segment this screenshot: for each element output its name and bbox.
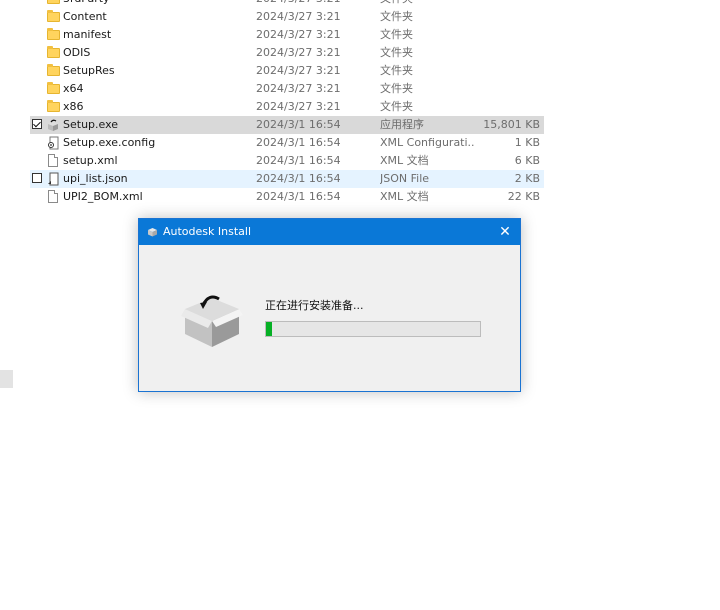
file-row[interactable]: setup.xml 2024/3/1 16:54 XML 文档 6 KB — [30, 152, 544, 170]
folder-icon — [47, 46, 60, 58]
json-file-icon — [48, 172, 59, 186]
file-type: XML 文档 — [380, 154, 429, 167]
file-type: 文件夹 — [380, 100, 413, 113]
file-name: Content — [63, 10, 107, 23]
file-date: 2024/3/27 3:21 — [256, 64, 341, 77]
file-date: 2024/3/1 16:54 — [256, 118, 341, 131]
file-name: UPI2_BOM.xml — [63, 190, 143, 203]
file-date: 2024/3/27 3:21 — [256, 0, 341, 8]
file-row[interactable]: 3rdParty 2024/3/27 3:21 文件夹 — [30, 0, 544, 8]
file-name: x64 — [63, 82, 84, 95]
file-date: 2024/3/27 3:21 — [256, 28, 341, 41]
row-checkbox[interactable] — [32, 173, 42, 183]
file-size: 15,801 KB — [483, 118, 540, 131]
progress-fill — [266, 322, 273, 336]
file-row[interactable]: Content 2024/3/27 3:21 文件夹 — [30, 8, 544, 26]
file-type: 文件夹 — [380, 0, 474, 8]
autodesk-install-dialog: Autodesk Install ✕ 正在进行安装准备... — [138, 218, 521, 392]
folder-icon — [47, 10, 60, 22]
scroll-edge-block — [0, 370, 13, 388]
file-row[interactable]: x86 2024/3/27 3:21 文件夹 — [30, 98, 544, 116]
config-file-icon — [48, 136, 59, 150]
autodesk-installer-icon — [148, 228, 157, 237]
file-row[interactable]: upi_list.json 2024/3/1 16:54 JSON File 2 KB — [30, 170, 544, 188]
row-checkbox[interactable] — [32, 119, 42, 129]
file-row[interactable]: ODIS 2024/3/27 3:21 文件夹 — [30, 44, 544, 62]
file-row[interactable]: Setup.exe 2024/3/1 16:54 应用程序 15,801 KB — [30, 116, 544, 134]
file-row[interactable]: manifest 2024/3/27 3:21 文件夹 — [30, 26, 544, 44]
progress-bar — [265, 321, 481, 337]
file-date: 2024/3/27 3:21 — [256, 82, 341, 95]
dialog-title: Autodesk Install — [163, 225, 251, 238]
file-name: ODIS — [63, 46, 91, 59]
file-name: Setup.exe — [63, 118, 119, 131]
file-name: SetupRes — [63, 64, 115, 77]
file-row[interactable]: SetupRes 2024/3/27 3:21 文件夹 — [30, 62, 544, 80]
file-size: 22 KB — [507, 190, 540, 203]
close-button[interactable]: ✕ — [490, 219, 520, 245]
file-row[interactable]: UPI2_BOM.xml 2024/3/1 16:54 XML 文档 22 KB — [30, 188, 544, 206]
file-size: 6 KB — [514, 154, 540, 167]
folder-icon — [47, 64, 60, 76]
dialog-titlebar[interactable]: Autodesk Install ✕ — [139, 219, 520, 245]
file-date: 2024/3/27 3:21 — [256, 46, 341, 59]
file-date: 2024/3/27 3:21 — [256, 10, 341, 23]
folder-icon — [47, 100, 60, 112]
file-date: 2024/3/27 3:21 — [256, 100, 341, 113]
document-icon — [48, 154, 58, 167]
file-type: 应用程序 — [380, 118, 424, 131]
file-type: XML 文档 — [380, 190, 429, 203]
file-date: 2024/3/1 16:54 — [256, 136, 341, 149]
file-type: JSON File — [380, 172, 430, 185]
file-name: 3rdParty — [63, 0, 110, 8]
folder-icon — [47, 0, 60, 4]
file-type: XML Configurati... — [380, 136, 474, 149]
file-type: 文件夹 — [380, 64, 413, 77]
setup-exe-icon — [48, 119, 58, 131]
file-date: 2024/3/1 16:54 — [256, 190, 341, 203]
folder-icon — [47, 82, 60, 94]
file-name: manifest — [63, 28, 112, 41]
file-row[interactable]: Setup.exe.config 2024/3/1 16:54 XML Config… — [30, 134, 544, 152]
installer-box-icon — [181, 295, 243, 347]
file-date: 2024/3/1 16:54 — [256, 154, 341, 167]
file-type: 文件夹 — [380, 28, 413, 41]
file-type: 文件夹 — [380, 82, 413, 95]
file-name: setup.xml — [63, 154, 118, 167]
file-date: 2024/3/1 16:54 — [256, 172, 341, 185]
file-name: x86 — [63, 100, 84, 113]
file-size: 1 KB — [514, 136, 540, 149]
folder-icon — [47, 28, 60, 40]
file-type: 文件夹 — [380, 46, 413, 59]
file-name: upi_list.json — [63, 172, 128, 185]
file-type: 文件夹 — [380, 10, 413, 23]
file-size: 2 KB — [514, 172, 540, 185]
file-row[interactable]: x64 2024/3/27 3:21 文件夹 — [30, 80, 544, 98]
status-text: 正在进行安装准备... — [265, 299, 364, 312]
file-name: Setup.exe.config — [63, 136, 156, 149]
document-icon — [48, 190, 58, 203]
